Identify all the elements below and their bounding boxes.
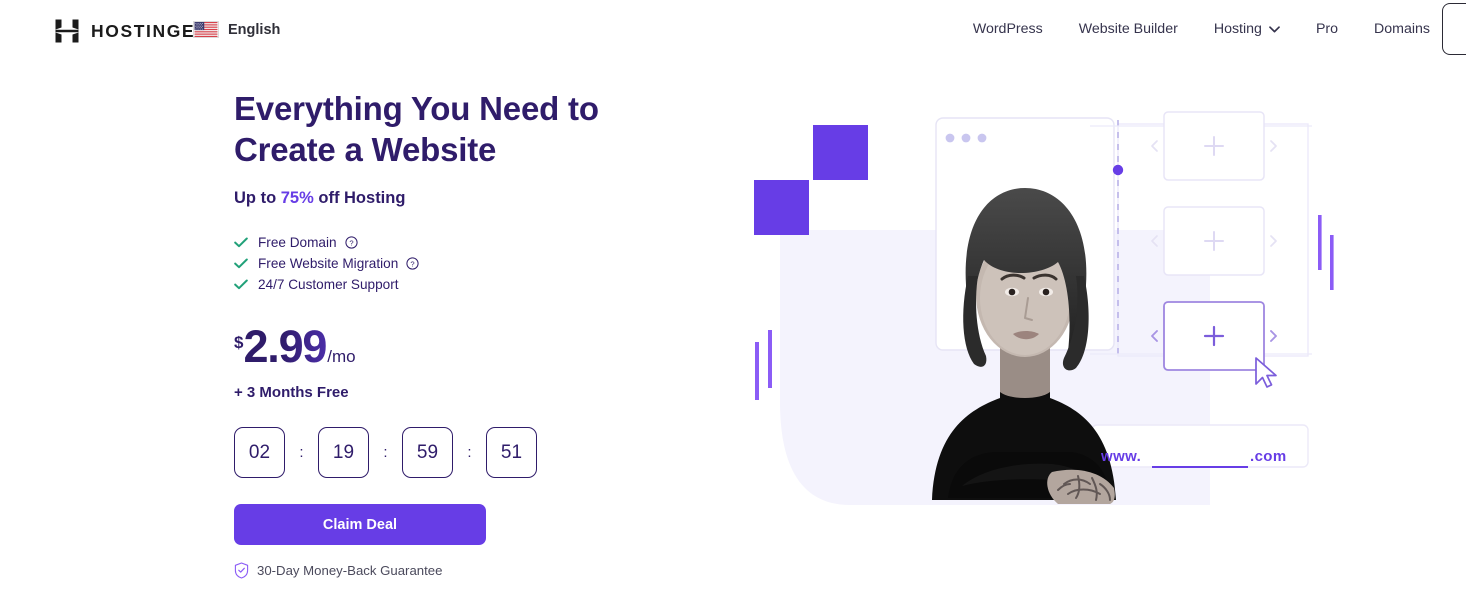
check-icon (234, 258, 248, 269)
subline-suffix: off Hosting (313, 189, 406, 207)
feature-list: Free Domain ? Free Website Migration ? 2… (234, 232, 654, 295)
feature-label: Free Domain (258, 235, 337, 250)
countdown-timer: 02 : 19 : 59 : 51 (234, 427, 654, 478)
nav-item-domains[interactable]: Domains (1356, 21, 1448, 37)
domain-prefix-label: www. (1101, 448, 1142, 465)
accent-bar-right-upper (1318, 215, 1322, 270)
nav-label: Website Builder (1078, 21, 1178, 37)
guide-anchor-dot (1112, 164, 1124, 176)
countdown-seconds: 51 (486, 427, 537, 478)
price-amount: 2.99 (243, 321, 327, 372)
bonus-months: + 3 Months Free (234, 384, 349, 401)
chevron-down-icon (1269, 25, 1280, 32)
countdown-minutes: 59 (402, 427, 453, 478)
us-flag-icon (193, 21, 219, 38)
browser-dot (945, 133, 955, 143)
accent-bar-left-short (755, 342, 759, 400)
purple-square-top (813, 125, 868, 180)
price-block: $ 2.99 /mo (234, 321, 654, 373)
nav-item-hosting[interactable]: Hosting (1196, 21, 1298, 37)
countdown-hours: 19 (318, 427, 369, 478)
site-header: HOSTINGER English WordPress Website Buil… (0, 0, 1466, 62)
list-item: 24/7 Customer Support (234, 274, 654, 295)
offscreen-action-button[interactable] (1442, 3, 1466, 55)
headline-line-1: Everything You Need to (234, 90, 599, 127)
countdown-separator: : (467, 444, 472, 461)
guarantee-label: 30-Day Money-Back Guarantee (257, 563, 443, 578)
claim-deal-button[interactable]: Claim Deal (234, 504, 486, 545)
language-label: English (228, 21, 281, 38)
nav-label: WordPress (972, 21, 1043, 37)
question-circle-icon[interactable]: ? (344, 236, 358, 249)
nav-label: Hosting (1213, 21, 1262, 37)
accent-bar-left-tall (768, 330, 772, 388)
check-icon (234, 279, 248, 290)
hero-illustration-svg (754, 111, 1334, 505)
chevron-left-icon (1151, 140, 1158, 152)
accent-bar-right-lower (1330, 235, 1334, 290)
feature-label: 24/7 Customer Support (258, 277, 399, 292)
list-item: Free Website Migration ? (234, 253, 654, 274)
nav-item-wordpress[interactable]: WordPress (955, 21, 1061, 37)
mouse-cursor-icon (1255, 357, 1277, 388)
domain-input-underline[interactable] (1152, 466, 1248, 468)
shield-check-icon (234, 562, 249, 579)
chevron-right-icon (1270, 330, 1277, 342)
headline-line-2: Create a Website (234, 131, 497, 168)
nav-label: Domains (1374, 21, 1430, 37)
money-back-guarantee: 30-Day Money-Back Guarantee (234, 562, 654, 579)
svg-text:?: ? (411, 259, 415, 268)
browser-dot (977, 133, 987, 143)
domain-suffix-label: .com (1250, 448, 1287, 465)
hero-illustration (700, 80, 1400, 530)
nav-item-pro[interactable]: Pro (1298, 21, 1356, 37)
discount-percent: 75% (280, 189, 314, 207)
price-currency: $ (234, 333, 244, 352)
countdown-separator: : (299, 444, 304, 461)
subline-prefix: Up to (234, 189, 281, 207)
hostinger-h-logo-icon (55, 19, 79, 43)
brand-logo[interactable]: HOSTINGER (54, 18, 209, 44)
purple-square-bottom (754, 180, 809, 235)
list-item: Free Domain ? (234, 232, 654, 253)
feature-label: Free Website Migration (258, 256, 399, 271)
browser-dot (961, 133, 971, 143)
hero-content: Everything You Need to Create a Website … (234, 92, 654, 579)
question-circle-icon[interactable]: ? (406, 257, 419, 270)
check-icon (234, 237, 248, 248)
svg-text:?: ? (349, 238, 353, 247)
countdown-separator: : (383, 444, 388, 461)
brand-name: HOSTINGER (91, 20, 210, 41)
language-selector[interactable]: English (193, 21, 280, 38)
main-navigation: WordPress Website Builder Hosting Pro Do… (955, 21, 1448, 37)
promo-subline: Up to 75% off Hosting (234, 189, 654, 208)
price-period: /mo (327, 347, 356, 366)
countdown-days: 02 (234, 427, 285, 478)
nav-label: Pro (1315, 21, 1339, 37)
chevron-right-icon (1270, 140, 1277, 152)
chevron-right-icon (1270, 235, 1277, 247)
nav-item-website-builder[interactable]: Website Builder (1061, 21, 1196, 37)
page-title: Everything You Need to Create a Website (234, 92, 654, 166)
